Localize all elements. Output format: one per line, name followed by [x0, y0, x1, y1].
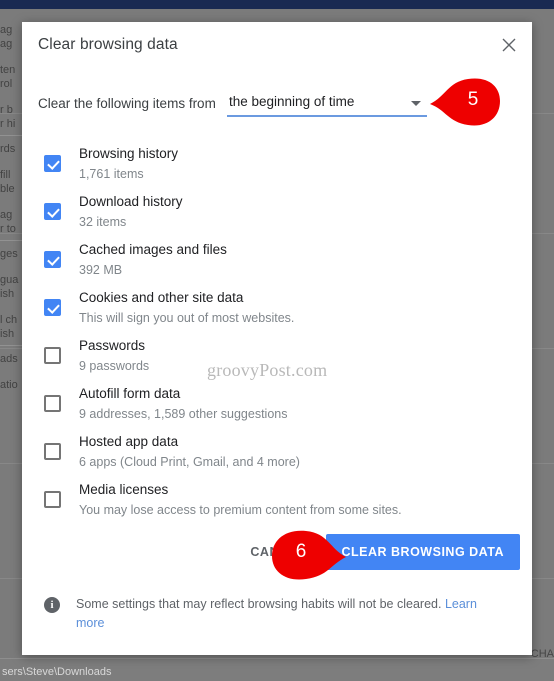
list-item[interactable]: Hosted app data 6 apps (Cloud Print, Gmai…	[38, 430, 516, 478]
list-item-subtitle: 6 apps (Cloud Print, Gmail, and 4 more)	[79, 454, 300, 469]
checkbox-checked[interactable]	[44, 203, 61, 220]
clear-browsing-data-button[interactable]: CLEAR BROWSING DATA	[325, 534, 520, 570]
list-item-texts: Cached images and files 392 MB	[79, 238, 227, 276]
list-item-title: Hosted app data	[79, 434, 179, 449]
data-type-checkbox-list: Browsing history 1,761 items Download hist…	[22, 142, 532, 526]
list-item-title: Passwords	[79, 338, 146, 353]
list-item[interactable]: Browsing history 1,761 items	[38, 142, 516, 190]
dialog-action-buttons: CANCEL CLEAR BROWSING DATA	[238, 534, 520, 570]
list-item-subtitle: 9 addresses, 1,589 other suggestions	[79, 406, 288, 421]
list-item-subtitle: 392 MB	[79, 262, 123, 277]
time-range-selected-value: the beginning of time	[229, 94, 355, 109]
list-item[interactable]: Cached images and files 392 MB	[38, 238, 516, 286]
checkbox-unchecked[interactable]	[44, 491, 61, 508]
checkbox-checked[interactable]	[44, 299, 61, 316]
info-icon: i	[44, 597, 60, 613]
checkbox-unchecked[interactable]	[44, 443, 61, 460]
list-item-texts: Autofill form data 9 addresses, 1,589 oth…	[79, 382, 287, 420]
list-item[interactable]: Passwords 9 passwords	[38, 334, 516, 382]
clear-browsing-data-dialog: Clear browsing data Clear the following …	[22, 22, 532, 655]
list-item-texts: Media licenses You may lose access to pre…	[79, 478, 402, 516]
footer-note-text: Some settings that may reflect browsing …	[76, 595, 496, 633]
time-range-label: Clear the following items from	[38, 96, 216, 111]
chevron-down-icon	[411, 101, 421, 106]
list-item-subtitle: 32 items	[79, 214, 127, 229]
list-item-title: Cached images and files	[79, 242, 227, 257]
list-item-texts: Cookies and other site data This will sig…	[79, 286, 294, 324]
list-item-texts: Download history 32 items	[79, 190, 183, 228]
list-item-subtitle: 9 passwords	[79, 358, 150, 373]
checkbox-checked[interactable]	[44, 251, 61, 268]
list-item-title: Browsing history	[79, 146, 179, 161]
list-item-subtitle: You may lose access to premium content f…	[79, 502, 402, 517]
list-item-title: Download history	[79, 194, 183, 209]
page-title: Clear browsing data	[38, 36, 178, 53]
list-item-title: Autofill form data	[79, 386, 181, 401]
list-item[interactable]: Cookies and other site data This will sig…	[38, 286, 516, 334]
cancel-button[interactable]: CANCEL	[238, 535, 317, 569]
list-item-texts: Hosted app data 6 apps (Cloud Print, Gmai…	[79, 430, 300, 468]
browser-title-bar	[0, 0, 554, 9]
time-range-row: Clear the following items from the begin…	[22, 86, 532, 130]
footer-note-message: Some settings that may reflect browsing …	[76, 597, 445, 611]
list-item[interactable]: Download history 32 items	[38, 190, 516, 238]
checkbox-checked[interactable]	[44, 155, 61, 172]
list-item-subtitle: This will sign you out of most websites.	[79, 310, 295, 325]
list-item-title: Media licenses	[79, 482, 169, 497]
dialog-header: Clear browsing data	[22, 22, 532, 70]
time-range-dropdown[interactable]: the beginning of time	[227, 91, 427, 117]
checkbox-unchecked[interactable]	[44, 395, 61, 412]
checkbox-unchecked[interactable]	[44, 347, 61, 364]
list-item-texts: Passwords 9 passwords	[79, 334, 149, 372]
list-item[interactable]: Autofill form data 9 addresses, 1,589 oth…	[38, 382, 516, 430]
list-item[interactable]: Media licenses You may lose access to pre…	[38, 478, 516, 526]
close-icon[interactable]	[496, 32, 522, 58]
footer-note: i Some settings that may reflect browsin…	[22, 595, 532, 633]
list-item-texts: Browsing history 1,761 items	[79, 142, 178, 180]
list-item-subtitle: 1,761 items	[79, 166, 144, 181]
download-path-text: sers\Steve\Downloads	[2, 666, 112, 678]
list-item-title: Cookies and other site data	[79, 290, 244, 305]
